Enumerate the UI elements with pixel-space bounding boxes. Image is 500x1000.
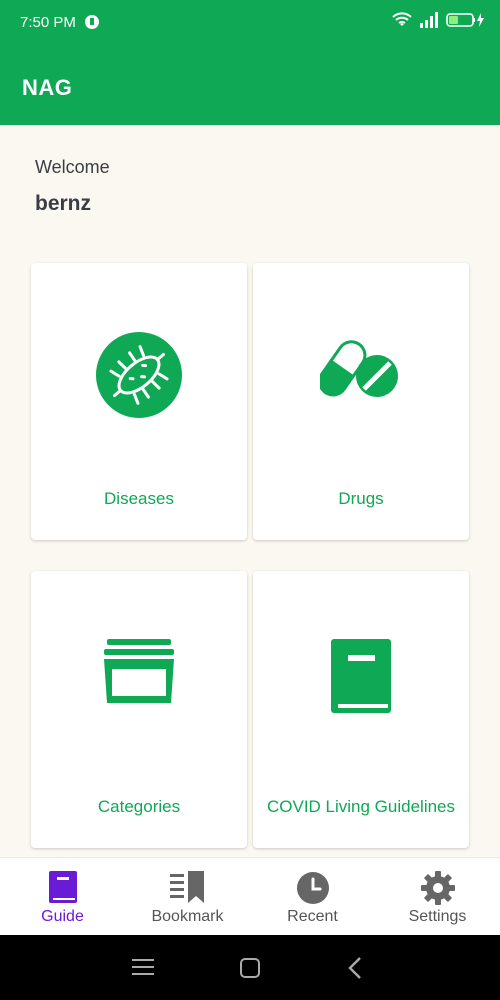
nav-label: Recent [287, 908, 338, 925]
folders-icon [104, 639, 174, 703]
card-diseases[interactable]: Diseases [31, 263, 247, 540]
app-title: NAG [22, 75, 73, 100]
home-icon[interactable] [239, 957, 261, 979]
card-label: Diseases [104, 489, 174, 508]
bottom-nav: Guide Bookmark Recent Settings [0, 857, 500, 935]
bookmark-icon [169, 871, 204, 903]
book-icon [48, 871, 77, 903]
pills-icon [320, 340, 398, 397]
card-categories[interactable]: Categories [31, 571, 247, 848]
status-icons [392, 12, 486, 28]
book-icon [331, 639, 391, 713]
app-notification-icon [85, 15, 99, 29]
card-covid-guidelines[interactable]: COVID Living Guidelines [253, 571, 469, 848]
battery-charging-icon [446, 13, 484, 27]
nav-label: Bookmark [151, 908, 224, 925]
nav-label: Settings [408, 908, 467, 925]
clock-icon [296, 872, 329, 904]
status-bar: 7:50 PM [0, 0, 500, 46]
status-time: 7:50 PM [20, 14, 76, 31]
gear-icon [420, 871, 455, 905]
username: bernz [35, 192, 92, 215]
card-label: Categories [97, 797, 181, 816]
system-nav [0, 935, 500, 1000]
card-label: COVID Living Guidelines [266, 797, 456, 816]
bacteria-icon [96, 332, 182, 418]
card-drugs[interactable]: Drugs [253, 263, 469, 540]
app-bar: NAG [0, 46, 500, 125]
nav-settings[interactable]: Settings [375, 858, 500, 936]
nav-recent[interactable]: Recent [250, 858, 375, 936]
menu-icon[interactable] [132, 957, 154, 977]
card-label: Drugs [338, 489, 384, 508]
wifi-icon [392, 12, 412, 26]
nav-label: Guide [41, 908, 84, 925]
back-icon[interactable] [347, 956, 363, 980]
welcome-label: Welcome [35, 157, 110, 177]
nav-bookmark[interactable]: Bookmark [125, 858, 250, 936]
signal-icon [420, 12, 438, 28]
nav-guide[interactable]: Guide [0, 858, 125, 936]
